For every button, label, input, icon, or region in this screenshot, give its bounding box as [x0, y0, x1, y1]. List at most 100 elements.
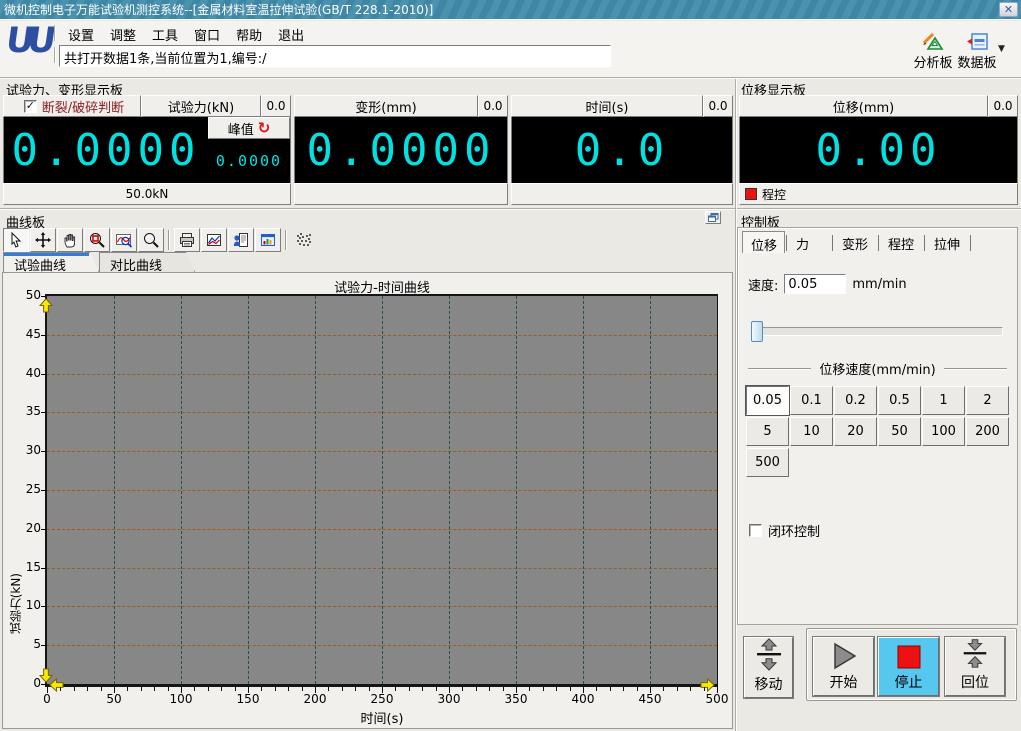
menu-item-window[interactable]: 窗口 [188, 24, 226, 44]
speed-button-0.1[interactable]: 0.1 [790, 386, 833, 415]
x-minor-tick [462, 687, 464, 691]
status-handle [54, 47, 56, 63]
tab-force[interactable]: 力 [788, 231, 831, 253]
move-button[interactable]: 移动 [744, 637, 793, 698]
crosshair-tool-button[interactable] [30, 227, 56, 252]
v-gridline [449, 296, 450, 684]
home-button[interactable]: 回位 [945, 637, 1005, 696]
crosshair-icon [35, 231, 51, 248]
pan-tool-button[interactable] [57, 227, 83, 252]
dithered-tool-button[interactable] [291, 228, 317, 252]
closed-loop-checkbox[interactable] [749, 524, 762, 537]
peak-label: 峰值 [227, 122, 254, 138]
x-tick-mark [516, 687, 517, 693]
x-minor-tick [475, 687, 477, 691]
tab-displacement[interactable]: 位移 [742, 231, 785, 254]
control-tab-bar: 位移力变形 程控 拉伸 [742, 231, 972, 254]
v-gridline [114, 296, 115, 684]
x-minor-tick [395, 687, 397, 691]
tab-separator [786, 235, 787, 251]
close-button[interactable]: ✕ [999, 2, 1018, 17]
speed-button-200[interactable]: 200 [966, 417, 1009, 446]
export-chart-button[interactable] [201, 227, 227, 252]
menu-item-adjust[interactable]: 调整 [104, 24, 142, 44]
time-aux-value: 0.0 [703, 95, 733, 117]
x-minor-tick [234, 687, 236, 691]
data-board-button[interactable]: 数据板 [954, 33, 1000, 71]
x-minor-tick [87, 687, 89, 691]
speed-label: 速度: [748, 278, 779, 294]
speed-button-500[interactable]: 500 [746, 448, 789, 477]
stop-button[interactable]: 停止 [878, 637, 939, 696]
x-tick-mark [181, 687, 182, 693]
speed-slider-track[interactable] [751, 327, 1003, 336]
break-judge-checkbox[interactable]: 断裂/破碎判断 [3, 95, 141, 117]
stop-label: 停止 [894, 675, 923, 691]
y-tick-label: 10 [25, 598, 41, 613]
speed-button-0.2[interactable]: 0.2 [834, 386, 877, 415]
speed-input[interactable] [784, 274, 847, 294]
tab-test-curve[interactable]: 试验曲线 [3, 252, 99, 272]
x-minor-tick [703, 687, 705, 691]
tab-compare-curve[interactable]: 对比曲线 [99, 252, 195, 272]
menu-item-tools[interactable]: 工具 [146, 24, 184, 44]
speed-button-1[interactable]: 1 [922, 386, 965, 415]
deform-strip [294, 183, 508, 205]
deform-aux-value: 0.0 [478, 95, 508, 117]
tab-tension[interactable]: 拉伸 [926, 231, 969, 253]
data-window-button[interactable] [255, 227, 281, 252]
break-judge-checkbox-box[interactable] [23, 99, 37, 113]
plot-area[interactable] [39, 294, 718, 692]
cursor-tool-button[interactable] [3, 227, 29, 252]
y-tick-mark [41, 684, 45, 685]
restore-window-button[interactable] [705, 211, 721, 224]
speed-button-50[interactable]: 50 [878, 417, 921, 446]
group-line [748, 367, 812, 370]
speed-button-5[interactable]: 5 [746, 417, 789, 446]
closed-loop-row[interactable]: 闭环控制 [749, 521, 820, 540]
speed-button-0.5[interactable]: 0.5 [878, 386, 921, 415]
force-value: 0.0000 [11, 124, 201, 176]
x-tick-mark [650, 687, 651, 693]
start-button[interactable]: 开始 [813, 637, 874, 696]
zoom-curve-tool-button[interactable] [111, 227, 137, 252]
analysis-board-button[interactable]: 分析板 [910, 33, 956, 71]
x-tick-label: 350 [504, 692, 528, 706]
menu-item-settings[interactable]: 设置 [62, 24, 100, 44]
x-tick-mark [717, 687, 718, 693]
speed-button-100[interactable]: 100 [922, 417, 965, 446]
speed-group-label: 位移速度(mm/min) [819, 363, 936, 378]
tab-deform[interactable]: 变形 [834, 231, 877, 253]
x-minor-tick [690, 687, 692, 691]
x-minor-tick [221, 687, 223, 691]
y-tick-mark [41, 451, 45, 453]
restore-icon [707, 213, 718, 222]
menu-item-help[interactable]: 帮助 [230, 24, 268, 44]
print-button[interactable] [174, 227, 200, 252]
peak-header: 峰值 ↻ [208, 117, 290, 139]
zoom-rect-tool-button[interactable] [84, 227, 110, 252]
report-button[interactable] [228, 227, 254, 252]
tab-program[interactable]: 程控 [880, 231, 923, 253]
v-gridline [583, 296, 584, 684]
speed-button-10[interactable]: 10 [790, 417, 833, 446]
speed-button-20[interactable]: 20 [834, 417, 877, 446]
speed-button-0.05[interactable]: 0.05 [745, 385, 790, 416]
speed-button-2[interactable]: 2 [966, 386, 1009, 415]
title-bar: 微机控制电子万能试验机测控系统--[金属材料室温拉伸试验(GB/T 228.1-… [0, 0, 1021, 20]
peak-reset-icon[interactable]: ↻ [258, 120, 271, 136]
x-minor-tick [623, 687, 625, 691]
tab-separator [970, 235, 971, 251]
toolbar-overflow-arrow[interactable]: ▼ [998, 44, 1005, 54]
menu-item-exit[interactable]: 退出 [272, 24, 310, 44]
menu-bar: 设置 调整 工具 窗口 帮助 退出 [62, 24, 310, 44]
zoom-tool-button[interactable] [138, 227, 164, 252]
speed-slider-thumb[interactable] [751, 321, 763, 342]
x-minor-tick [422, 687, 424, 691]
x-minor-tick [408, 687, 410, 691]
data-window-icon [261, 233, 275, 246]
x-minor-tick [341, 687, 343, 691]
panel-divider [0, 208, 1021, 210]
menu-handle [54, 25, 56, 41]
toolbar-separator [168, 229, 170, 250]
